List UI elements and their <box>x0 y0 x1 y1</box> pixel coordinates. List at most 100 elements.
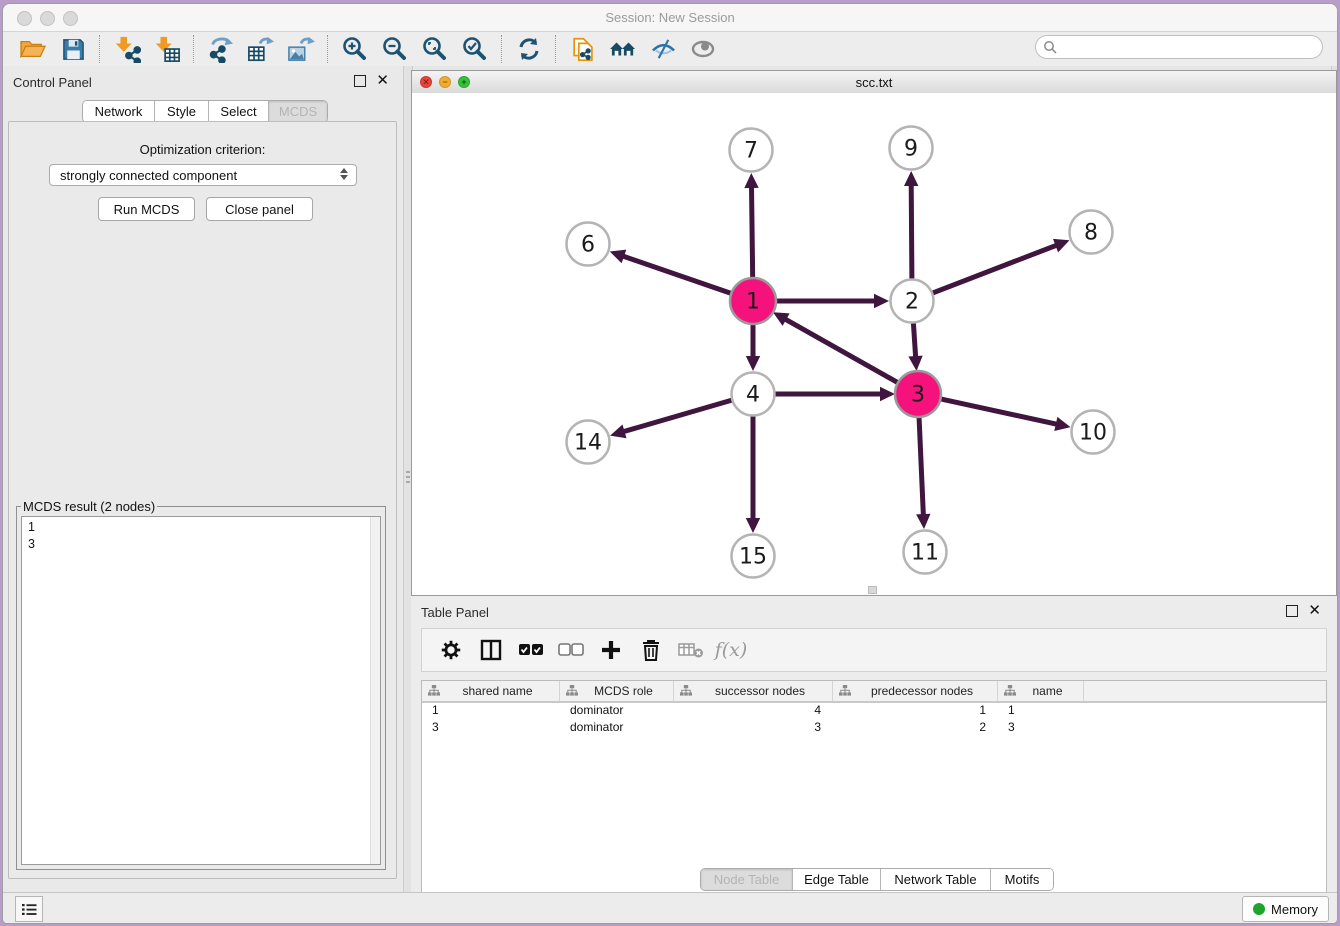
cell-name[interactable]: 1 <box>998 703 1084 720</box>
graph-node-10[interactable]: 10 <box>1072 411 1115 454</box>
column-header-shared-name[interactable]: shared name <box>422 681 560 701</box>
delete-row-icon[interactable] <box>636 635 666 665</box>
close-panel-button[interactable]: Close panel <box>206 197 313 221</box>
edge-3-11[interactable] <box>919 416 923 516</box>
tab-motifs[interactable]: Motifs <box>991 869 1053 890</box>
edge-1-7[interactable] <box>752 186 753 279</box>
tab-mcds[interactable]: MCDS <box>269 101 327 122</box>
zoom-out-icon[interactable] <box>375 34 415 64</box>
float-panel-icon[interactable] <box>354 75 366 87</box>
table-settings-icon[interactable] <box>436 635 466 665</box>
tab-node-table[interactable]: Node Table <box>701 869 793 890</box>
mcds-result-values: 1 3 <box>28 519 35 553</box>
select-all-icon[interactable] <box>516 635 546 665</box>
canvas-resize-handle[interactable] <box>868 586 877 594</box>
graph-node-2[interactable]: 2 <box>891 280 934 323</box>
cell-successor-nodes[interactable]: 3 <box>674 720 833 737</box>
network-canvas[interactable]: 7 9 6 8 1 2 4 3 14 10 15 11 <box>412 93 1336 595</box>
edge-2-3[interactable] <box>913 323 915 358</box>
search-input[interactable] <box>1035 35 1323 59</box>
cell-mcds-role[interactable]: dominator <box>560 720 674 737</box>
import-network-icon[interactable] <box>107 34 147 64</box>
export-network-icon[interactable] <box>201 34 241 64</box>
cell-predecessor-nodes[interactable]: 1 <box>833 703 998 720</box>
edge-arrowhead-1-6 <box>610 250 627 264</box>
cell-successor-nodes[interactable]: 4 <box>674 703 833 720</box>
edge-3-1[interactable] <box>784 319 898 384</box>
toggle-visibility-icon[interactable] <box>683 34 723 64</box>
graph-node-8[interactable]: 8 <box>1070 211 1113 254</box>
tab-select[interactable]: Select <box>209 101 269 122</box>
close-panel-icon[interactable]: ✕ <box>376 76 389 86</box>
mcds-result-group: MCDS result (2 nodes) 1 3 <box>16 499 386 870</box>
cell-mcds-role[interactable]: dominator <box>560 703 674 720</box>
toolbar-separator <box>99 35 101 63</box>
column-header-successor-nodes[interactable]: successor nodes <box>674 681 833 701</box>
open-file-icon[interactable] <box>13 34 53 64</box>
cell-name[interactable]: 3 <box>998 720 1084 737</box>
graph-node-15[interactable]: 15 <box>732 535 775 578</box>
toggle-hide-selected-icon[interactable] <box>643 34 683 64</box>
cell-shared-name[interactable]: 3 <box>422 720 560 737</box>
result-scrollbar[interactable] <box>370 517 380 864</box>
column-header-name[interactable]: name <box>998 681 1084 701</box>
toolbar-separator <box>555 35 557 63</box>
toolbar-separator <box>193 35 195 63</box>
column-header-predecessor-nodes[interactable]: predecessor nodes <box>833 681 998 701</box>
criterion-select[interactable]: strongly connected component <box>49 164 357 186</box>
zoom-fit-icon[interactable] <box>415 34 455 64</box>
tab-style[interactable]: Style <box>155 101 209 122</box>
graph-node-4[interactable]: 4 <box>732 373 775 416</box>
graph-node-1[interactable]: 1 <box>730 278 776 324</box>
delete-table-icon[interactable] <box>676 635 706 665</box>
edge-1-6[interactable] <box>622 256 732 294</box>
task-history-button[interactable] <box>15 896 43 922</box>
node-label-2: 2 <box>905 290 919 315</box>
edge-3-10[interactable] <box>940 399 1058 425</box>
zoom-selected-icon[interactable] <box>455 34 495 64</box>
cell-predecessor-nodes[interactable]: 2 <box>833 720 998 737</box>
mcds-result-textarea[interactable]: 1 3 <box>21 516 381 865</box>
graph-node-6[interactable]: 6 <box>567 223 610 266</box>
graph-node-9[interactable]: 9 <box>890 127 933 170</box>
float-table-panel-icon[interactable] <box>1286 605 1298 617</box>
apply-function-icon[interactable]: f(x) <box>716 635 746 665</box>
refresh-layout-icon[interactable] <box>509 34 549 64</box>
duplicate-network-icon[interactable] <box>563 34 603 64</box>
run-mcds-button[interactable]: Run MCDS <box>98 197 195 221</box>
cell-shared-name[interactable]: 1 <box>422 703 560 720</box>
add-row-icon[interactable] <box>596 635 626 665</box>
edge-arrowhead-3-11 <box>916 514 930 529</box>
edge-4-14[interactable] <box>623 400 732 432</box>
tab-edge-table[interactable]: Edge Table <box>793 869 881 890</box>
table-row[interactable]: 3dominator323 <box>422 720 1326 737</box>
unselect-all-icon[interactable] <box>556 635 586 665</box>
graph-node-14[interactable]: 14 <box>567 421 610 464</box>
export-image-icon[interactable] <box>281 34 321 64</box>
column-header-mcds-role[interactable]: MCDS role <box>560 681 674 701</box>
memory-button[interactable]: Memory <box>1242 896 1329 922</box>
edge-arrowhead-1-4 <box>746 356 760 371</box>
table-row[interactable]: 1dominator411 <box>422 703 1326 720</box>
export-table-icon[interactable] <box>241 34 281 64</box>
tab-network[interactable]: Network <box>83 101 155 122</box>
main-toolbar <box>3 32 1337 67</box>
edge-2-8[interactable] <box>933 245 1058 293</box>
zoom-in-icon[interactable] <box>335 34 375 64</box>
graph-node-7[interactable]: 7 <box>730 129 773 172</box>
table-panel: Table Panel ✕ <box>411 596 1337 893</box>
home-view-icon[interactable] <box>603 34 643 64</box>
node-label-6: 6 <box>581 233 595 258</box>
node-label-15: 15 <box>739 545 767 570</box>
control-panel-tabs: NetworkStyleSelectMCDS <box>82 100 328 123</box>
main-area: Control Panel ✕ NetworkStyleSelectMCDS O… <box>3 66 1337 893</box>
edge-arrowhead-1-2 <box>874 294 889 308</box>
graph-node-3[interactable]: 3 <box>895 371 941 417</box>
close-table-panel-icon[interactable]: ✕ <box>1308 606 1321 616</box>
show-columns-icon[interactable] <box>476 635 506 665</box>
save-session-icon[interactable] <box>53 34 93 64</box>
tab-network-table[interactable]: Network Table <box>881 869 991 890</box>
import-table-icon[interactable] <box>147 34 187 64</box>
edge-2-9[interactable] <box>911 184 912 279</box>
graph-node-11[interactable]: 11 <box>904 531 947 574</box>
